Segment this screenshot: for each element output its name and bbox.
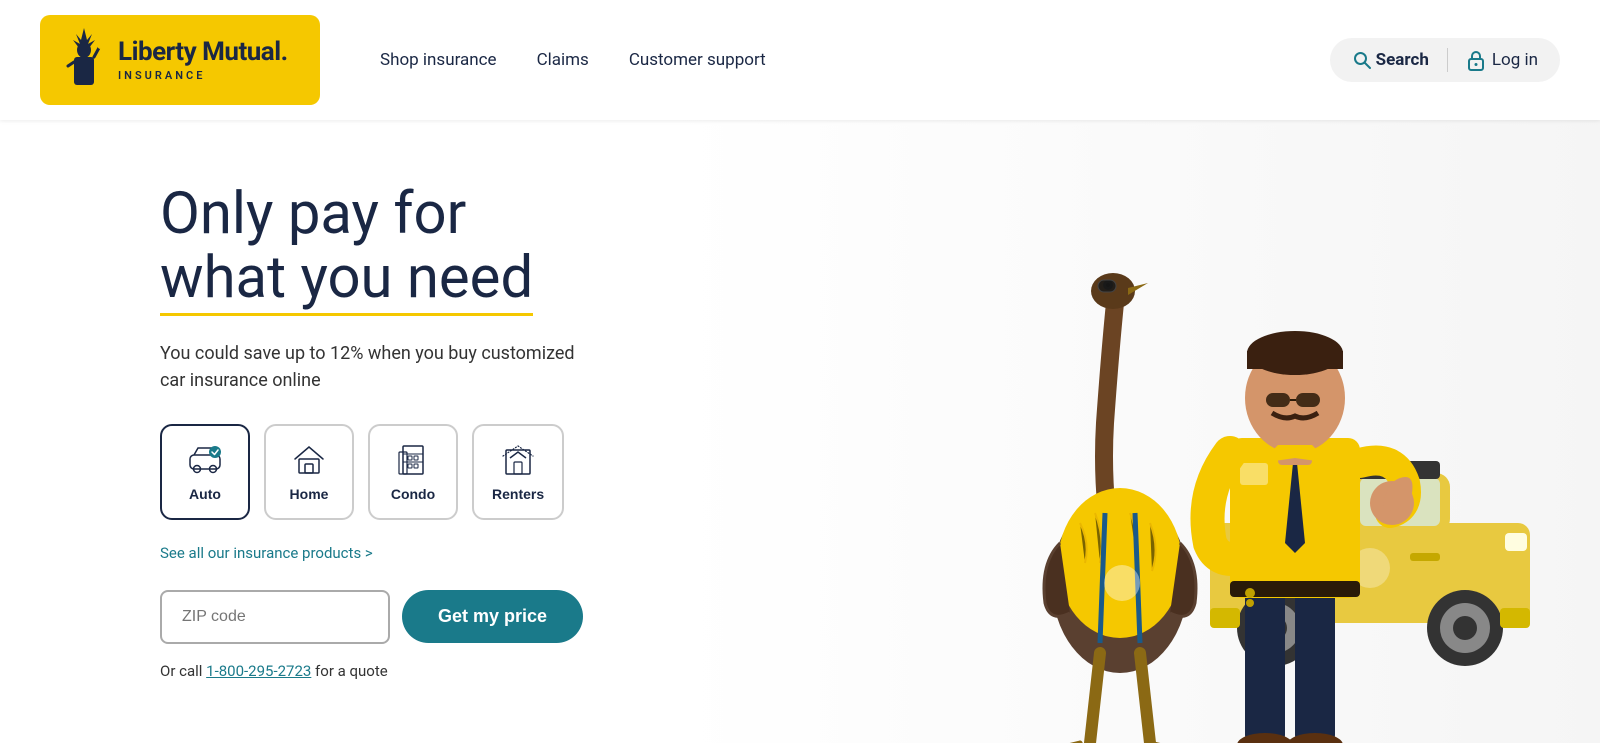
hero-scene — [700, 123, 1600, 743]
logo-text: Liberty Mutual. INSURANCE — [118, 38, 288, 82]
search-label: Search — [1376, 50, 1429, 70]
login-label: Log in — [1492, 50, 1538, 70]
headline: Only pay for what you need — [160, 183, 620, 316]
headline-line2: what you need — [160, 247, 533, 316]
search-button[interactable]: Search — [1352, 50, 1429, 70]
call-text: Or call 1-800-295-2723 for a quote — [160, 662, 620, 680]
phone-link[interactable]: 1-800-295-2723 — [206, 662, 311, 680]
emu-group — [1044, 273, 1196, 743]
condo-icon — [395, 442, 431, 478]
hero-subtext: You could save up to 12% when you buy cu… — [160, 340, 600, 394]
insurance-type-selector: Auto Home — [160, 424, 620, 520]
hero-image-panel — [680, 120, 1600, 743]
logo[interactable]: Liberty Mutual. INSURANCE — [40, 15, 320, 105]
insurance-type-home[interactable]: Home — [264, 424, 354, 520]
left-panel: Only pay for what you need You could sav… — [0, 120, 680, 743]
search-icon — [1352, 50, 1372, 70]
headline-line1: Only pay for — [160, 180, 466, 248]
main-nav: Shop insurance Claims Customer support — [380, 50, 1330, 70]
logo-icon — [60, 26, 108, 94]
nav-customer-support[interactable]: Customer support — [629, 50, 766, 70]
home-icon — [291, 442, 327, 478]
home-label: Home — [290, 486, 329, 502]
logo-sub: INSURANCE — [118, 69, 288, 82]
condo-label: Condo — [391, 486, 435, 502]
insurance-type-condo[interactable]: Condo — [368, 424, 458, 520]
lock-icon — [1466, 49, 1486, 71]
renters-label: Renters — [492, 486, 544, 502]
main-content: Only pay for what you need You could sav… — [0, 120, 1600, 743]
insurance-type-auto[interactable]: Auto — [160, 424, 250, 520]
nav-claims[interactable]: Claims — [537, 50, 589, 70]
header-divider — [1447, 48, 1448, 72]
auto-icon — [187, 442, 223, 478]
nav-shop-insurance[interactable]: Shop insurance — [380, 50, 497, 70]
call-suffix: for a quote — [311, 662, 387, 680]
zip-cta-row: Get my price — [160, 590, 620, 644]
header: Liberty Mutual. INSURANCE Shop insurance… — [0, 0, 1600, 120]
renters-icon — [500, 442, 536, 478]
auto-label: Auto — [189, 486, 221, 502]
logo-name: Liberty Mutual. — [118, 38, 288, 67]
insurance-type-renters[interactable]: Renters — [472, 424, 564, 520]
get-price-button[interactable]: Get my price — [402, 590, 583, 643]
call-prefix: Or call — [160, 662, 206, 680]
login-button[interactable]: Log in — [1466, 49, 1538, 71]
see-all-link[interactable]: See all our insurance products > — [160, 544, 620, 562]
search-login-bar[interactable]: Search Log in — [1330, 38, 1560, 82]
zip-input[interactable] — [160, 590, 390, 644]
